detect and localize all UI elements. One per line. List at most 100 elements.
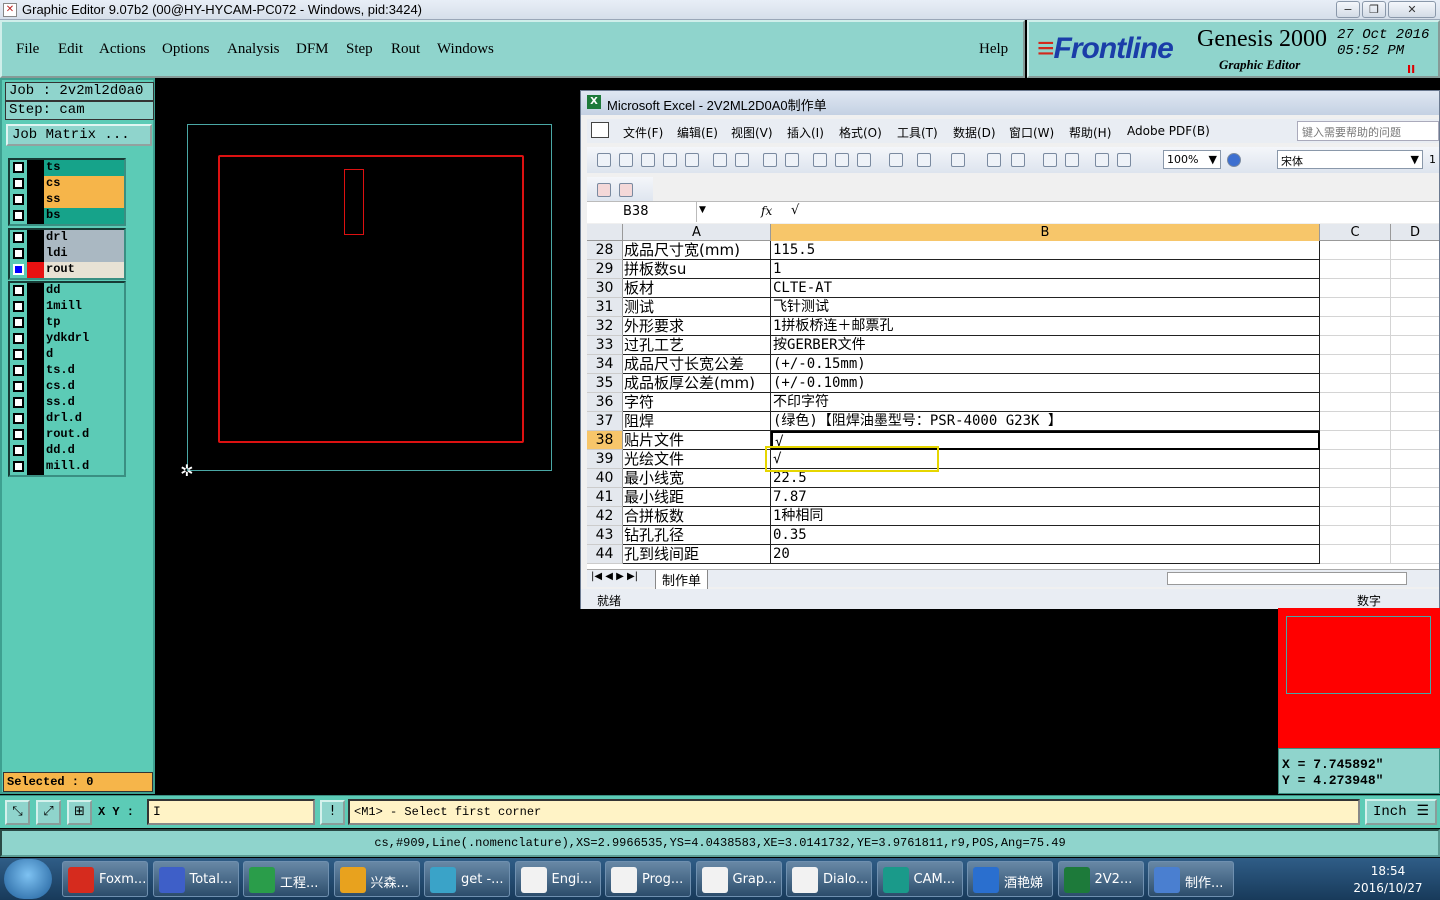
taskbar-item[interactable]: Foxm...: [62, 861, 148, 897]
email-icon[interactable]: [685, 153, 699, 167]
layer-checkbox[interactable]: [13, 264, 24, 275]
layer-name[interactable]: ts: [44, 160, 124, 176]
layer-row-tp[interactable]: tp: [10, 315, 124, 331]
cell-c[interactable]: [1320, 545, 1391, 564]
cell-b[interactable]: 1: [771, 260, 1320, 279]
row-header[interactable]: 33: [587, 336, 623, 355]
cell-d[interactable]: [1391, 393, 1439, 412]
layer-row-cs[interactable]: cs: [10, 176, 124, 192]
start-button[interactable]: [4, 859, 52, 899]
minimize-button[interactable]: −: [1336, 1, 1360, 18]
spelling-icon[interactable]: [763, 153, 777, 167]
layer-color-swatch[interactable]: [27, 459, 44, 475]
cell-a[interactable]: 最小线宽: [623, 469, 771, 488]
layer-color-swatch[interactable]: [27, 192, 44, 208]
permission-icon[interactable]: [663, 153, 677, 167]
cell-c[interactable]: [1320, 279, 1391, 298]
taskbar-item[interactable]: 兴森...: [333, 861, 420, 897]
cell-c[interactable]: [1320, 260, 1391, 279]
layer-row-rout[interactable]: rout: [10, 262, 124, 278]
row-header[interactable]: 34: [587, 355, 623, 374]
zoom-area-icon[interactable]: ⤡: [5, 800, 30, 825]
cell-c[interactable]: [1320, 336, 1391, 355]
layer-color-swatch[interactable]: [27, 411, 44, 427]
layer-name[interactable]: ydkdrl: [44, 331, 124, 347]
layer-checkbox[interactable]: [13, 333, 24, 344]
zoom-select[interactable]: 100% ▼: [1163, 150, 1221, 169]
layer-name[interactable]: 1mill: [44, 299, 124, 315]
copy-icon[interactable]: [835, 153, 849, 167]
excel-menu-format[interactable]: 格式(O): [839, 124, 882, 141]
excel-help-search[interactable]: 键入需要帮助的问题: [1297, 121, 1439, 141]
undo-icon[interactable]: [917, 153, 931, 167]
row-header[interactable]: 36: [587, 393, 623, 412]
layer-name[interactable]: bs: [44, 208, 124, 224]
layer-checkbox[interactable]: [13, 194, 24, 205]
cell-c[interactable]: [1320, 374, 1391, 393]
layer-row-ss[interactable]: ss: [10, 192, 124, 208]
taskbar-item[interactable]: 2V2...: [1057, 861, 1144, 897]
cell-d[interactable]: [1391, 545, 1439, 564]
new-icon[interactable]: [597, 153, 611, 167]
cell-c[interactable]: [1320, 317, 1391, 336]
layer-checkbox[interactable]: [13, 429, 24, 440]
chevron-down-icon[interactable]: ▼: [699, 205, 706, 215]
cell-b[interactable]: 1拼板桥连＋邮票孔: [771, 317, 1320, 336]
redo-icon[interactable]: [951, 153, 965, 167]
layer-color-swatch[interactable]: [27, 443, 44, 459]
sheet-tab-zhizuodan[interactable]: 制作单: [655, 570, 709, 589]
layer-checkbox[interactable]: [13, 461, 24, 472]
cell-d[interactable]: [1391, 241, 1439, 260]
units-selector[interactable]: Inch ☰: [1365, 799, 1437, 825]
column-header-d[interactable]: D: [1391, 224, 1439, 241]
layer-name[interactable]: cs: [44, 176, 124, 192]
cell-a[interactable]: 外形要求: [623, 317, 771, 336]
taskbar-item[interactable]: 制作...: [1148, 861, 1234, 897]
maximize-button[interactable]: ❐: [1362, 1, 1386, 18]
menu-options[interactable]: Options: [162, 41, 210, 58]
row-header[interactable]: 29: [587, 260, 623, 279]
fx-icon[interactable]: fx: [761, 204, 772, 218]
cell-b[interactable]: 0.35: [771, 526, 1320, 545]
layer-checkbox[interactable]: [13, 381, 24, 392]
row-header[interactable]: 39: [587, 450, 623, 469]
research-icon[interactable]: [785, 153, 799, 167]
column-header-c[interactable]: C: [1320, 224, 1391, 241]
layer-name[interactable]: ss.d: [44, 395, 124, 411]
cell-b[interactable]: 7.87: [771, 488, 1320, 507]
layer-checkbox[interactable]: [13, 210, 24, 221]
taskbar-item[interactable]: get -...: [424, 861, 510, 897]
menu-file[interactable]: File: [16, 41, 39, 58]
row-header[interactable]: 32: [587, 317, 623, 336]
layer-row-ldi[interactable]: ldi: [10, 246, 124, 262]
cell-a[interactable]: 贴片文件: [623, 431, 771, 450]
layer-row-ss-d[interactable]: ss.d: [10, 395, 124, 411]
cell-a[interactable]: 最小线距: [623, 488, 771, 507]
layer-color-swatch[interactable]: [27, 395, 44, 411]
cell-c[interactable]: [1320, 241, 1391, 260]
cell-b[interactable]: CLTE-AT: [771, 279, 1320, 298]
layer-checkbox[interactable]: [13, 301, 24, 312]
row-header[interactable]: 43: [587, 526, 623, 545]
layer-color-swatch[interactable]: [27, 331, 44, 347]
excel-menu-data[interactable]: 数据(D): [953, 124, 996, 141]
formula-input[interactable]: √: [791, 203, 799, 218]
layer-name[interactable]: drl: [44, 230, 124, 246]
select-all-corner[interactable]: [587, 224, 623, 241]
cell-a[interactable]: 板材: [623, 279, 771, 298]
layer-checkbox[interactable]: [13, 365, 24, 376]
excel-menu-edit[interactable]: 编辑(E): [677, 124, 718, 141]
menu-step[interactable]: Step: [346, 41, 373, 58]
format-painter-icon[interactable]: [889, 153, 903, 167]
layer-checkbox[interactable]: [13, 349, 24, 360]
cell-c[interactable]: [1320, 393, 1391, 412]
xy-input[interactable]: I: [147, 799, 315, 825]
taskbar-item[interactable]: Engi...: [514, 861, 601, 897]
font-size-select[interactable]: 1: [1429, 153, 1436, 166]
row-header[interactable]: 40: [587, 469, 623, 488]
layer-row-dd[interactable]: dd: [10, 283, 124, 299]
cell-a[interactable]: 拼板数su: [623, 260, 771, 279]
cell-a[interactable]: 过孔工艺: [623, 336, 771, 355]
excel-menu-help[interactable]: 帮助(H): [1069, 124, 1111, 141]
cell-b[interactable]: (绿色)【阻焊油墨型号：PSR-4000 G23K 】: [771, 412, 1320, 431]
